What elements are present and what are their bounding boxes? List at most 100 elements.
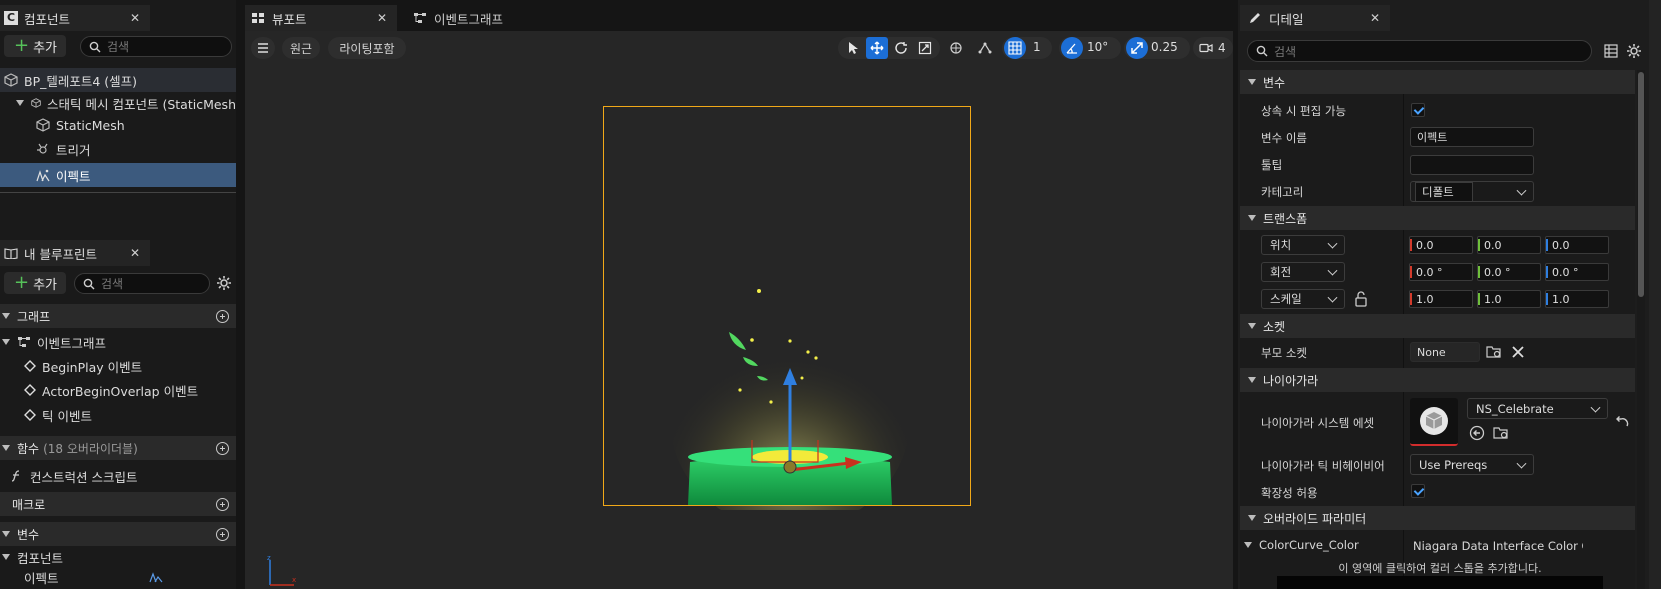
perspective-label: 원근 [289, 41, 313, 56]
event-item-beginplay[interactable]: BeginPlay 이벤트 [0, 355, 236, 377]
location-z-field[interactable]: 0.0 [1545, 236, 1609, 254]
reset-to-default-icon[interactable] [1615, 416, 1629, 428]
expand-arrow-icon [2, 531, 10, 537]
expand-arrow-icon [2, 445, 10, 451]
location-mode-dropdown[interactable]: 위치 [1261, 235, 1345, 255]
rotation-x-field[interactable]: 0.0 ° [1409, 263, 1473, 281]
scale-tool-icon[interactable] [914, 37, 936, 59]
expand-arrow-icon [1248, 377, 1256, 383]
event-item-actor-begin-overlap[interactable]: ActorBeginOverlap 이벤트 [0, 379, 236, 401]
scale-snap-value[interactable]: 0.25 [1151, 40, 1178, 54]
tree-item-staticmesh[interactable]: StaticMesh [0, 114, 236, 136]
add-macro-icon[interactable] [216, 498, 229, 511]
variables-section-header[interactable]: 변수 [0, 522, 236, 546]
expand-arrow-icon [2, 313, 10, 319]
allow-scalability-checkbox[interactable] [1411, 484, 1425, 498]
details-scrollbar[interactable] [1637, 70, 1645, 589]
surface-snap-icon[interactable] [974, 37, 996, 59]
override-parameters-section-header[interactable]: 오버라이드 파라미터 [1240, 506, 1635, 530]
scale-x-field[interactable]: 1.0 [1409, 290, 1473, 308]
macros-section-header[interactable]: 매크로 [0, 492, 236, 516]
transform-section-header[interactable]: 트랜스폼 [1240, 206, 1635, 230]
niagara-asset-dropdown[interactable]: NS_Celebrate [1467, 398, 1608, 419]
camera-speed-group[interactable]: 4 [1193, 37, 1233, 59]
viewport-menu-button[interactable] [251, 37, 275, 59]
color-curve-row[interactable]: ColorCurve_Color [1244, 538, 1359, 552]
functions-section-header[interactable]: 함수 (18 오버라이더블) [0, 436, 236, 460]
details-search-input[interactable]: 검색 [1247, 40, 1592, 62]
scale-y-field[interactable]: 1.0 [1477, 290, 1541, 308]
rotation-mode-dropdown[interactable]: 회전 [1261, 262, 1345, 282]
construction-script-item[interactable]: 컨스트럭션 스크립트 [0, 465, 236, 487]
scale-snap-toggle-icon[interactable] [1126, 37, 1148, 59]
camera-speed-value: 4 [1218, 41, 1226, 55]
location-x-field[interactable]: 0.0 [1409, 236, 1473, 254]
event-diamond-icon [24, 384, 36, 396]
move-tool-icon[interactable] [866, 37, 888, 59]
add-component-button[interactable]: + 추가 [4, 35, 66, 57]
tab-components[interactable]: C 컴포넌트 ✕ [0, 5, 150, 31]
add-graph-icon[interactable] [216, 310, 229, 323]
blueprint-search-input[interactable]: 검색 [74, 273, 210, 294]
tab-viewport[interactable]: 뷰포트 ✕ [245, 5, 397, 31]
close-icon[interactable]: ✕ [377, 11, 387, 25]
scrollbar-thumb[interactable] [1638, 72, 1644, 297]
grid-snap-value[interactable]: 1 [1033, 40, 1041, 54]
components-search-input[interactable]: 검색 [80, 36, 232, 57]
settings-gear-icon[interactable] [1626, 43, 1642, 59]
rotation-snap-value[interactable]: 10° [1087, 40, 1108, 54]
tab-my-blueprint[interactable]: 내 블루프린트 ✕ [0, 240, 150, 266]
parent-socket-field[interactable]: None [1410, 342, 1480, 362]
location-y-field[interactable]: 0.0 [1477, 236, 1541, 254]
category-combo[interactable]: 디폴트 [1410, 181, 1534, 202]
select-tool-icon[interactable] [842, 37, 864, 59]
rotation-y-field[interactable]: 0.0 ° [1477, 263, 1541, 281]
niagara-asset-thumbnail[interactable] [1410, 398, 1458, 446]
settings-gear-icon[interactable] [216, 275, 232, 291]
close-icon[interactable]: ✕ [130, 246, 140, 260]
browse-asset-icon[interactable] [1493, 426, 1509, 440]
event-item-tick[interactable]: 틱 이벤트 [0, 404, 236, 426]
tree-item-trigger[interactable]: 트리거 [0, 138, 236, 160]
graph-section-header[interactable]: 그래프 [0, 304, 236, 328]
clear-icon[interactable] [1512, 346, 1524, 358]
tooltip-input[interactable] [1410, 155, 1534, 175]
tree-item-effect[interactable]: 이펙트 [0, 163, 236, 187]
scale-z-field[interactable]: 1.0 [1545, 290, 1609, 308]
perspective-button[interactable]: 원근 [282, 37, 320, 59]
function-icon [11, 470, 20, 482]
close-icon[interactable]: ✕ [130, 11, 140, 25]
browse-socket-icon[interactable] [1486, 345, 1502, 359]
static-mesh-icon [31, 98, 41, 108]
niagara-section-header[interactable]: 나이아가라 [1240, 368, 1635, 392]
rotation-snap-toggle-icon[interactable] [1061, 37, 1083, 59]
rotation-z-field[interactable]: 0.0 ° [1545, 263, 1609, 281]
close-icon[interactable]: ✕ [1370, 11, 1380, 25]
niagara-icon [149, 572, 163, 583]
unlock-icon[interactable] [1354, 291, 1368, 307]
variable-section-header[interactable]: 변수 [1240, 70, 1635, 94]
instance-editable-checkbox[interactable] [1411, 103, 1425, 117]
color-gradient-preview[interactable] [1277, 576, 1603, 589]
event-graph-item[interactable]: 이벤트그래프 [0, 331, 236, 353]
components-variable-category[interactable]: 컴포넌트 [0, 548, 236, 566]
color-curve-hint: 이 영역에 클릭하여 컬러 스톱을 추가합니다. [1338, 562, 1542, 575]
use-selected-asset-icon[interactable] [1469, 425, 1485, 441]
rotate-tool-icon[interactable] [890, 37, 912, 59]
socket-section-header[interactable]: 소켓 [1240, 314, 1635, 338]
add-function-icon[interactable] [216, 442, 229, 455]
scale-mode-dropdown[interactable]: 스케일 [1261, 289, 1345, 309]
tree-item-static-mesh-component[interactable]: 스태틱 메시 컴포넌트 (StaticMesh [0, 92, 236, 114]
add-blueprint-item-button[interactable]: + 추가 [4, 272, 66, 294]
lighting-mode-button[interactable]: 라이팅포함 [328, 37, 406, 59]
component-variable-item[interactable]: 이펙트 [0, 568, 236, 586]
local-space-icon[interactable] [945, 37, 967, 59]
grid-snap-toggle-icon[interactable] [1004, 37, 1026, 59]
add-variable-icon[interactable] [216, 528, 229, 541]
tree-item-root[interactable]: BP_텔레포트4 (셀프) [0, 68, 236, 92]
tab-event-graph[interactable]: 이벤트그래프 [405, 5, 545, 31]
table-view-icon[interactable] [1604, 44, 1618, 58]
tab-details[interactable]: 디테일 ✕ [1240, 5, 1390, 31]
tick-behavior-dropdown[interactable]: Use Prereqs [1410, 454, 1534, 475]
variable-name-input[interactable]: 이펙트 [1410, 127, 1534, 147]
